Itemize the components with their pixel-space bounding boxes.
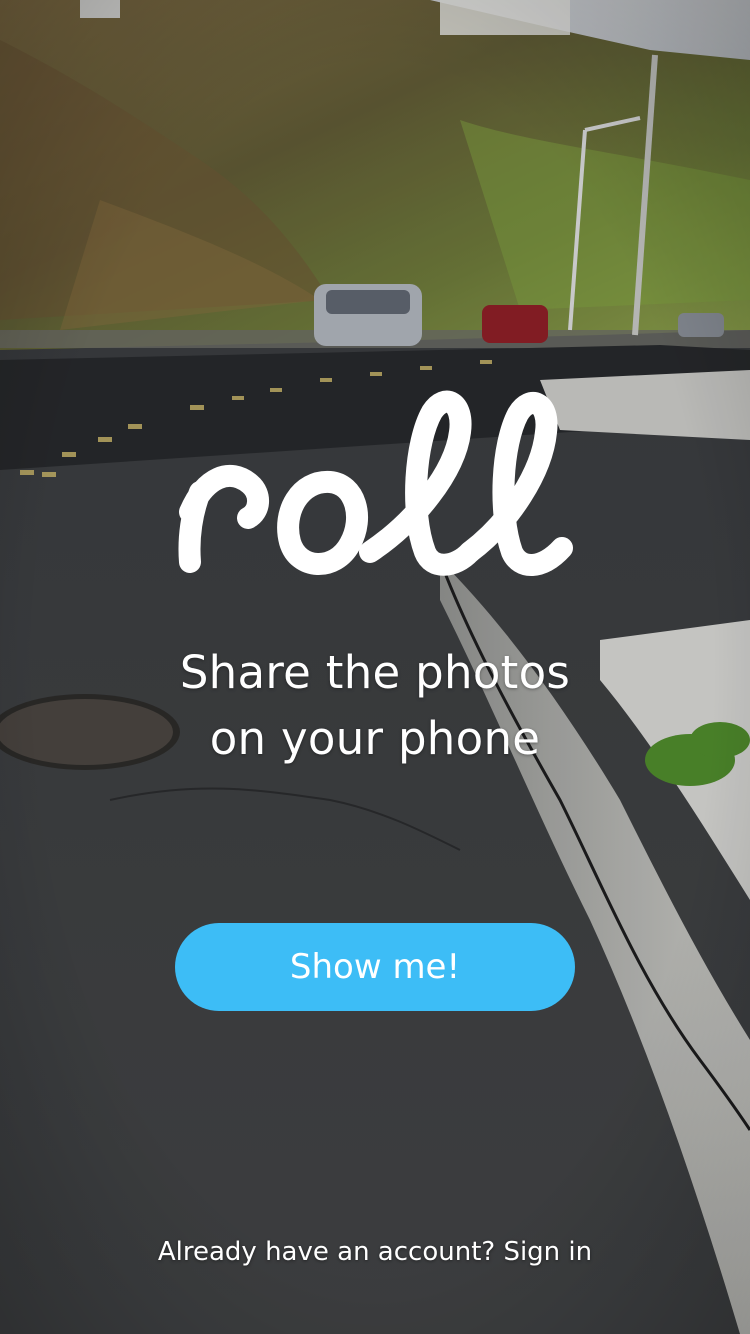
roll-logo: roll xyxy=(178,390,573,576)
tagline-line-1: Share the photos xyxy=(179,646,571,699)
show-me-button[interactable]: Show me! xyxy=(175,923,575,1011)
tagline-line-2: on your phone xyxy=(209,712,541,765)
tagline: Share the photos on your phone xyxy=(0,640,750,772)
onboarding-screen: roll Share the photos on your phone Show… xyxy=(0,0,750,1334)
sign-in-link[interactable]: Already have an account? Sign in xyxy=(0,1232,750,1272)
